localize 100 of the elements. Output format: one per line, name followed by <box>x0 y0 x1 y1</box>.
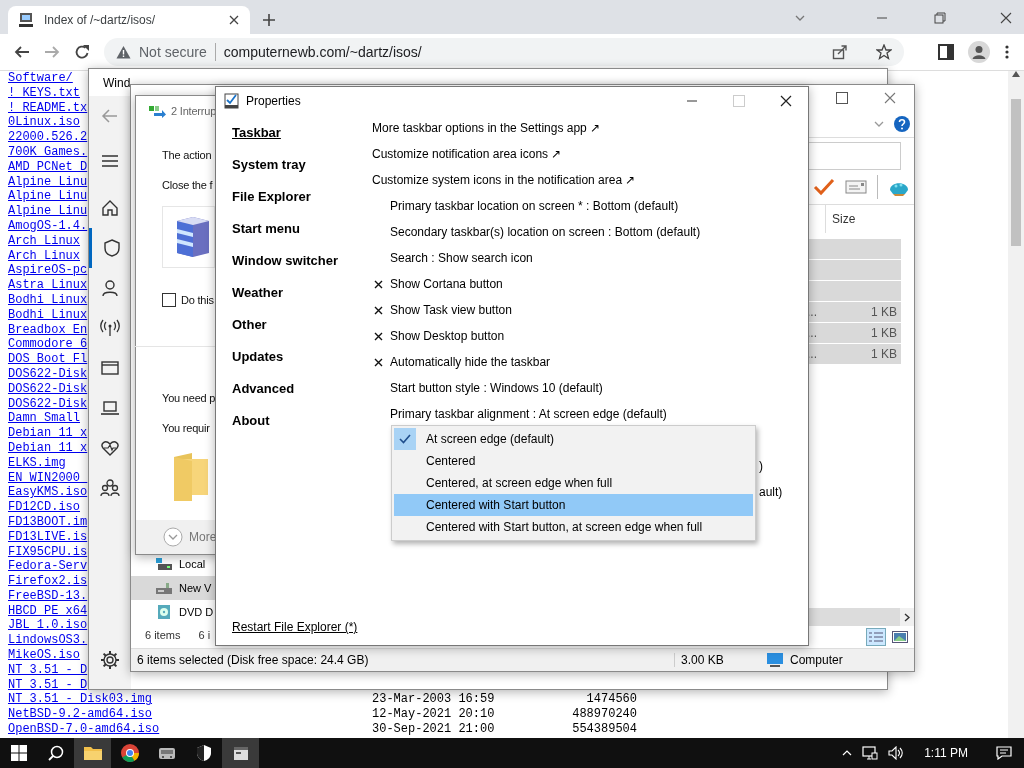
file-link[interactable]: NT 3.51 - Disk03.img <box>8 692 153 707</box>
chevron-up-icon[interactable] <box>842 750 853 756</box>
back-icon[interactable] <box>14 44 30 60</box>
scrollbar[interactable] <box>1008 71 1024 738</box>
file-link[interactable]: 700K Games. <box>8 145 88 160</box>
file-row[interactable]: ... 1 KB <box>807 302 901 323</box>
file-link[interactable]: NetBSD-9.2-amd64.iso <box>8 707 153 722</box>
file-link[interactable]: DOS622-Disk <box>8 396 88 412</box>
file-link[interactable]: OpenBSD-7.0-amd64.iso <box>8 722 160 737</box>
file-link[interactable]: Debian 11 x <box>8 440 88 456</box>
file-link[interactable]: Arch Linux <box>8 233 80 249</box>
file-link[interactable]: Arch Linux <box>8 248 80 264</box>
profile-icon[interactable] <box>968 41 990 63</box>
settings-link[interactable]: Customize notification area icons ↗ <box>372 147 562 161</box>
file-row[interactable]: ... 1 KB <box>807 344 901 365</box>
file-link[interactable]: JBL_1.0.iso <box>8 618 88 634</box>
browser-tab[interactable]: Index of /~dartz/isos/ <box>8 6 250 34</box>
settings-tab[interactable]: Advanced <box>232 380 295 396</box>
address-bar[interactable]: Not secure computernewb.com/~dartz/isos/ <box>104 38 904 66</box>
setting-option[interactable]: Secondary taskbar(s) location on screen : Bottom (default) <box>390 225 701 239</box>
notification-icon[interactable] <box>996 746 1012 760</box>
setting-option[interactable]: ault) <box>759 485 783 499</box>
side-panel-icon[interactable] <box>938 44 954 60</box>
nav-item[interactable]: DVD D <box>131 600 215 624</box>
setting-option[interactable]: Show Desktop button <box>390 329 505 343</box>
file-link[interactable]: Firefox2.is <box>8 574 88 589</box>
file-link[interactable]: Alpine Linu <box>8 189 88 205</box>
start-icon[interactable] <box>10 745 27 761</box>
file-link[interactable]: Alpine Linu <box>8 174 88 190</box>
file-link[interactable]: Bodhi Linux <box>8 292 88 308</box>
nav-item[interactable]: Local <box>131 552 215 576</box>
close-icon[interactable] <box>1000 12 1012 24</box>
restart-link[interactable]: Restart File Explorer (*) <box>232 620 358 634</box>
settings-tab[interactable]: Taskbar <box>232 124 281 140</box>
file-link[interactable]: Bodhi Linux <box>8 307 88 323</box>
share-icon[interactable] <box>832 44 848 60</box>
file-link[interactable]: EasyKMS.iso <box>8 485 88 501</box>
setting-option[interactable]: Search : Show search icon <box>390 251 533 265</box>
file-link[interactable]: EN_WIN2000_ <box>8 470 88 486</box>
nav-item[interactable]: New V <box>131 576 215 600</box>
file-link[interactable]: FD12CD.iso <box>8 500 80 515</box>
clock[interactable]: 1:11 PM <box>924 746 968 760</box>
file-link[interactable]: ELKS.img <box>8 455 66 471</box>
file-link[interactable]: FD13BOOT.im <box>8 514 88 530</box>
settings-tab[interactable]: About <box>232 412 270 428</box>
settings-tab[interactable]: Weather <box>232 284 284 300</box>
file-link[interactable]: HBCD_PE_x64 <box>8 603 88 619</box>
scrollbar-thumb[interactable] <box>1011 99 1021 246</box>
file-link[interactable]: Alpine Linu <box>8 204 88 219</box>
file-link[interactable]: Damn Small <box>8 411 80 427</box>
network-icon[interactable] <box>862 746 879 760</box>
file-link[interactable]: LindowsOS3. <box>8 633 88 649</box>
reload-icon[interactable] <box>74 44 90 60</box>
horizontal-scrollbar[interactable] <box>807 608 914 626</box>
star-icon[interactable] <box>876 44 892 60</box>
more-button[interactable]: More <box>163 527 217 547</box>
checkbox[interactable] <box>162 293 176 307</box>
file-link[interactable]: AmogOS-1.4. <box>8 218 88 234</box>
settings-link[interactable]: Customize system icons in the notification area ↗ <box>372 173 636 187</box>
settings-link[interactable]: More taskbar options in the Settings app ↗ <box>372 121 601 135</box>
help-icon[interactable] <box>894 116 910 132</box>
more-menu-icon[interactable] <box>1004 44 1010 60</box>
settings-tab[interactable]: Start menu <box>232 220 300 236</box>
envelope-icon[interactable] <box>845 179 867 195</box>
file-link[interactable]: DOS Boot Fl <box>8 352 88 367</box>
scroll-up-icon[interactable] <box>1012 71 1020 77</box>
file-link[interactable]: DOS622-Disk <box>8 366 88 382</box>
file-link[interactable]: 0Linux.iso <box>8 115 80 131</box>
setting-option[interactable]: Primary taskbar location on screen * : Bottom (default) <box>390 199 679 213</box>
menu-item[interactable]: Centered with Start button <box>394 494 753 516</box>
settings-tab[interactable]: Window switcher <box>232 252 339 268</box>
file-link[interactable]: ! README.tx <box>8 100 88 116</box>
file-link[interactable]: 22000.526.2 <box>8 130 88 145</box>
file-link[interactable]: Software/ <box>8 71 73 86</box>
restore-icon[interactable] <box>934 12 946 24</box>
file-link[interactable]: Debian 11 x <box>8 426 88 441</box>
file-link[interactable]: FD13LIVE.is <box>8 529 88 545</box>
check-icon[interactable] <box>813 178 835 196</box>
setting-option[interactable]: Show Task view button <box>390 303 512 317</box>
settings-tab[interactable]: File Explorer <box>232 188 311 204</box>
file-link[interactable]: Astra Linux <box>8 278 88 293</box>
search-icon[interactable] <box>47 745 64 761</box>
menu-item[interactable]: At screen edge (default) <box>394 428 753 450</box>
menu-item[interactable]: Centered <box>394 450 753 472</box>
file-link[interactable]: Commodore_6 <box>8 337 88 353</box>
item-card[interactable] <box>162 206 215 268</box>
setting-option[interactable]: ) <box>759 459 763 473</box>
preview-view-icon[interactable] <box>892 631 908 643</box>
file-link[interactable]: FreeBSD-13. <box>8 588 88 604</box>
menu-item[interactable]: Centered with Start button, at screen edge when full <box>394 516 753 538</box>
file-link[interactable]: FIX95CPU.is <box>8 544 88 560</box>
file-link[interactable]: NT 3.51 - D <box>8 677 88 693</box>
taskbar-button[interactable] <box>222 738 259 768</box>
chevron-down-icon[interactable] <box>874 120 884 128</box>
file-link[interactable]: AspireOS-pc <box>8 263 88 279</box>
setting-option[interactable]: Show Cortana button <box>390 277 503 291</box>
settings-tab[interactable]: Updates <box>232 348 284 364</box>
taskbar-button[interactable] <box>74 738 111 768</box>
new-tab-icon[interactable] <box>262 13 276 27</box>
setting-option[interactable]: Primary taskbar alignment : At screen edge (default) <box>390 407 667 421</box>
